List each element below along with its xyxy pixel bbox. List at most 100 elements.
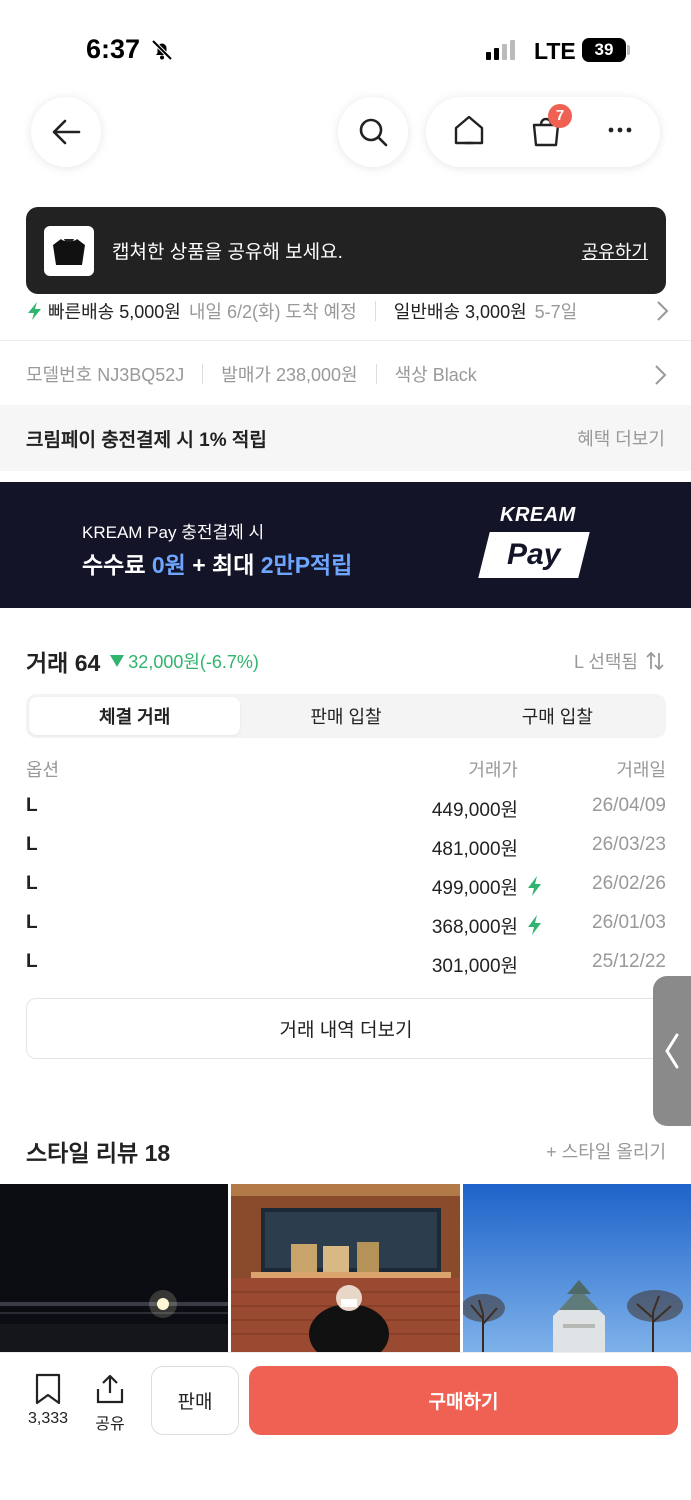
row-price: 481,000원 <box>431 839 518 860</box>
row-price: 301,000원 <box>431 956 518 977</box>
row-date: 26/02/26 <box>592 873 666 894</box>
share-toast: 캡쳐한 상품을 공유해 보세요. 공유하기 <box>26 207 666 294</box>
save-count: 3,333 <box>27 1410 69 1427</box>
battery-icon: 39 <box>582 38 626 62</box>
product-color: 색상 Black <box>394 365 477 385</box>
row-date: 25/12/22 <box>592 951 666 972</box>
table-row: L 481,000원 26/03/23 <box>26 834 666 866</box>
fast-shipping-label: 빠른배송 5,000원 <box>48 302 181 322</box>
row-price: 449,000원 <box>431 800 518 821</box>
chevron-left-icon <box>665 1033 679 1069</box>
style-review-photos <box>0 1184 691 1354</box>
shipping-options[interactable]: 빠른배송 5,000원 내일 6/2(화) 도착 예정 일반배송 3,000원 … <box>26 290 691 332</box>
search-icon <box>359 118 388 147</box>
divider <box>202 364 204 384</box>
trade-history-more-button[interactable]: 거래 내역 더보기 <box>26 998 666 1059</box>
home-icon <box>455 115 484 144</box>
save-button[interactable]: 3,333 <box>22 1373 74 1428</box>
cart-count-badge: 7 <box>547 104 572 128</box>
model-number: 모델번호 NJ3BQ52J <box>26 365 185 385</box>
home-button[interactable] <box>451 112 487 153</box>
triangle-down-icon <box>110 655 125 667</box>
share-button[interactable]: 공유 <box>88 1373 132 1434</box>
logo-kream-text: KREAM <box>500 504 576 526</box>
normal-shipping-eta: 5-7일 <box>534 302 578 322</box>
kream-pay-banner[interactable]: KREAM Pay 충전결제 시 수수료 0원 + 최대 2만P적립 KREAM… <box>0 482 691 608</box>
row-option: L <box>26 912 38 933</box>
nav-actions-group: 7 <box>426 97 660 167</box>
cart-button[interactable]: 7 <box>526 104 572 152</box>
kream-pay-logo: KREAM Pay <box>478 504 600 584</box>
table-row: L 449,000원 26/04/09 <box>26 795 666 827</box>
search-button[interactable] <box>338 97 408 167</box>
review-photo[interactable] <box>0 1184 229 1354</box>
share-label: 공유 <box>95 1416 125 1433</box>
tab-completed[interactable]: 체결 거래 <box>29 697 241 735</box>
share-icon <box>96 1374 124 1404</box>
table-header: 옵션 거래가 거래일 <box>26 756 666 784</box>
fast-shipping-eta: 내일 6/2(화) 도착 예정 <box>188 302 357 322</box>
row-option: L <box>26 951 38 972</box>
size-select[interactable]: L 선택됨 <box>574 648 666 674</box>
banner-title-part: 수수료 <box>82 552 152 578</box>
row-price: 499,000원 <box>431 878 518 899</box>
price-change-value: 32,000원(-6.7%) <box>128 652 259 672</box>
chevron-right-icon[interactable] <box>655 300 669 327</box>
divider <box>374 301 376 321</box>
side-panel-handle[interactable] <box>653 976 691 1126</box>
row-option: L <box>26 795 38 816</box>
divider <box>375 364 377 384</box>
bottom-action-bar: 3,333 공유 판매 구매하기 <box>0 1352 691 1500</box>
table-row: L 368,000원 26/01/03 <box>26 912 666 944</box>
review-photo[interactable] <box>462 1184 691 1354</box>
signal-icon <box>486 40 515 60</box>
header-option: 옵션 <box>26 760 60 780</box>
toast-share-link[interactable]: 공유하기 <box>582 238 648 264</box>
benefit-title: 크림페이 충전결제 시 1% 적립 <box>26 429 267 451</box>
chevron-right-icon[interactable] <box>653 364 667 391</box>
logo-pay-text: Pay <box>507 538 561 571</box>
lightning-icon <box>28 302 41 320</box>
row-date: 26/04/09 <box>592 795 666 816</box>
row-option: L <box>26 873 38 894</box>
normal-shipping-label: 일반배송 3,000원 <box>393 302 527 322</box>
sort-arrows-icon <box>646 651 664 671</box>
status-time: 6:37 <box>86 34 141 64</box>
trade-tabs: 체결 거래 판매 입찰 구매 입찰 <box>26 694 666 738</box>
banner-title: 수수료 0원 + 최대 2만P적립 <box>82 546 352 580</box>
row-option: L <box>26 834 38 855</box>
header-price: 거래가 <box>468 760 518 780</box>
tab-sell-bids[interactable]: 판매 입찰 <box>240 697 451 735</box>
benefit-more-link[interactable]: 혜택 더보기 <box>577 425 665 451</box>
lightning-icon <box>528 876 541 896</box>
style-review-header: 스타일 리뷰 18 + 스타일 올리기 <box>26 1134 666 1168</box>
banner-subtitle: KREAM Pay 충전결제 시 <box>82 523 265 542</box>
arrow-left-icon <box>52 119 81 145</box>
back-button[interactable] <box>31 97 101 167</box>
review-photo[interactable] <box>231 1184 460 1354</box>
trade-title: 거래 64 <box>26 650 101 676</box>
banner-highlight: 2만P적립 <box>260 552 353 578</box>
size-select-label: L 선택됨 <box>573 652 638 672</box>
sell-button[interactable]: 판매 <box>151 1366 239 1435</box>
logo-pay-box: Pay <box>478 532 590 578</box>
tab-buy-bids[interactable]: 구매 입찰 <box>452 697 663 735</box>
table-row: L 499,000원 26/02/26 <box>26 873 666 905</box>
row-date: 26/01/03 <box>592 912 666 933</box>
toast-message: 캡쳐한 상품을 공유해 보세요. <box>112 242 343 263</box>
row-date: 26/03/23 <box>592 834 666 855</box>
style-review-title: 스타일 리뷰 18 <box>26 1140 171 1166</box>
bookmark-icon <box>35 1373 61 1405</box>
bell-mute-icon <box>150 38 174 67</box>
benefit-row[interactable]: 크림페이 충전결제 시 1% 적립 혜택 더보기 <box>0 405 691 471</box>
more-horizontal-icon <box>608 127 632 132</box>
row-price: 368,000원 <box>431 917 518 938</box>
product-info-row[interactable]: 모델번호 NJ3BQ52J 발매가 238,000원 색상 Black <box>26 358 666 390</box>
more-options-button[interactable] <box>605 115 635 150</box>
header-date: 거래일 <box>616 760 666 780</box>
release-price: 발매가 238,000원 <box>221 365 358 385</box>
table-row: L 301,000원 25/12/22 <box>26 951 666 983</box>
buy-button[interactable]: 구매하기 <box>249 1366 678 1435</box>
banner-highlight: 0원 <box>151 552 186 578</box>
upload-style-link[interactable]: + 스타일 올리기 <box>546 1138 666 1164</box>
